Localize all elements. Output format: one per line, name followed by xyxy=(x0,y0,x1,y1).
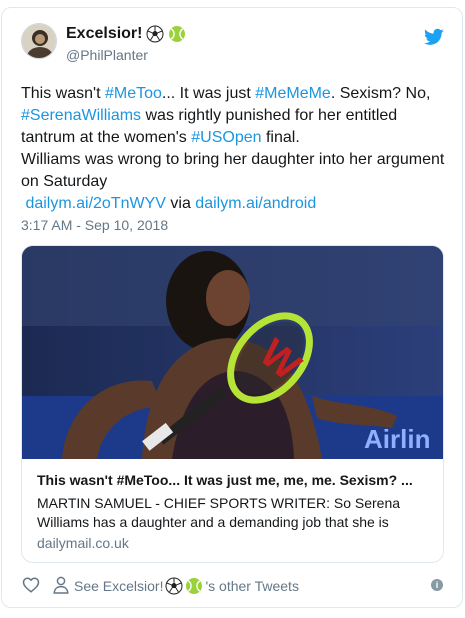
other-tweets-prefix[interactable]: See Excelsior! xyxy=(74,578,163,594)
via-text: via xyxy=(165,195,196,212)
soccer-ball-icon xyxy=(146,25,164,43)
tweet-text-segment: ... It was just xyxy=(161,85,256,102)
link-preview-card[interactable]: Airlin W This wasn't #MeToo... It was ju… xyxy=(21,245,444,563)
short-link[interactable]: dailym.ai/2oTnWYV xyxy=(25,195,166,212)
tweet-text-segment: . Sexism? No, xyxy=(330,85,431,102)
avatar[interactable] xyxy=(21,23,57,59)
hashtag-usopen-link[interactable]: #USOpen xyxy=(191,129,261,146)
tweet-paragraph-2: Williams was wrong to bring her daughter… xyxy=(21,151,445,190)
tennis-ball-icon xyxy=(186,578,203,594)
banner-text: Airlin xyxy=(364,424,430,454)
tweet-text-segment: final. xyxy=(261,129,300,146)
tweet-text: This wasn't #MeToo... It was just #MeMeM… xyxy=(21,83,446,215)
hashtag-serenawilliams-link[interactable]: #SerenaWilliams xyxy=(21,107,141,124)
soccer-ball-icon xyxy=(165,577,183,595)
article-domain: dailymail.co.uk xyxy=(37,535,129,551)
hashtag-metoo-link[interactable]: #MeToo xyxy=(105,85,162,102)
display-name-text[interactable]: Excelsior! xyxy=(66,25,142,43)
person-icon[interactable] xyxy=(53,576,69,594)
twitter-bird-icon[interactable] xyxy=(424,28,444,46)
tweet-text-segment: This wasn't xyxy=(21,85,105,102)
tennis-ball-icon xyxy=(169,26,186,42)
article-image: Airlin W xyxy=(22,246,443,459)
article-title[interactable]: This wasn't #MeToo... It was just me, me… xyxy=(37,472,432,488)
via-link[interactable]: dailym.ai/android xyxy=(195,195,316,212)
other-tweets-suffix[interactable]: 's other Tweets xyxy=(205,578,298,594)
tweet-timestamp[interactable]: 3:17 AM - Sep 10, 2018 xyxy=(21,217,168,233)
see-other-tweets-link[interactable]: See Excelsior! 's other Tweets xyxy=(74,577,299,595)
info-icon[interactable]: i xyxy=(431,579,443,591)
user-handle[interactable]: @PhilPlanter xyxy=(66,47,148,63)
heart-icon[interactable] xyxy=(22,576,40,594)
hashtag-mememe-link[interactable]: #MeMeMe xyxy=(255,85,331,102)
article-description: MARTIN SAMUEL - CHIEF SPORTS WRITER: So … xyxy=(37,495,401,530)
display-name[interactable]: Excelsior! xyxy=(66,25,186,43)
